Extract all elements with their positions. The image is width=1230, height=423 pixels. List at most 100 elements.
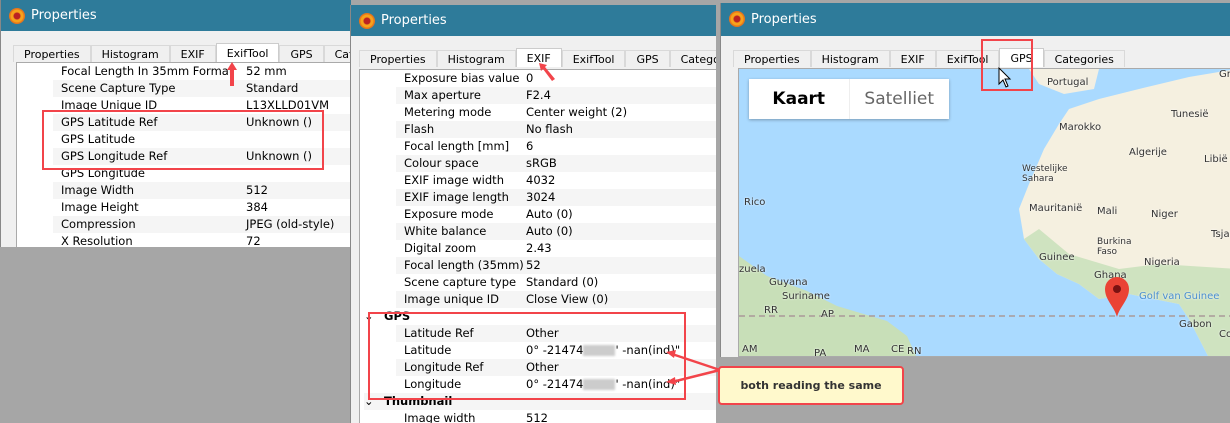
map-label: Gabon: [1179, 319, 1212, 330]
property-value: Standard (0): [526, 275, 599, 289]
property-row[interactable]: Compression JPEG (old-style): [17, 216, 351, 233]
map-label: zuela: [739, 264, 766, 275]
property-label: X Resolution: [61, 234, 133, 247]
map-view[interactable]: Portugal Tunesië Marokko Algerije Libië Weste…: [738, 68, 1230, 357]
property-label: Flash: [404, 122, 435, 136]
map-label: Golf van Guinee: [1139, 291, 1220, 302]
window-title: Properties: [751, 12, 817, 27]
property-value: No flash: [526, 122, 573, 136]
map-label: RR: [764, 305, 778, 316]
property-label: Digital zoom: [404, 241, 477, 255]
map-label: RN: [907, 346, 922, 357]
property-row[interactable]: Focal length (35mm) 52: [360, 257, 716, 274]
property-label: EXIF image length: [404, 190, 509, 204]
map-label: Libië: [1204, 154, 1228, 165]
property-label: Metering mode: [404, 105, 492, 119]
tab-categories[interactable]: Categories: [323, 45, 351, 62]
arrow-icon: [539, 63, 555, 81]
property-row[interactable]: Metering mode Center weight (2): [360, 104, 716, 121]
highlight-box: [368, 312, 686, 400]
property-value: Auto (0): [526, 224, 573, 238]
property-label: Image Height: [61, 200, 139, 214]
property-label: Max aperture: [404, 88, 481, 102]
map-label: PA: [814, 348, 827, 357]
property-label: Focal length (35mm): [404, 258, 524, 272]
property-value: 0: [526, 71, 534, 85]
property-label: Image Width: [61, 183, 135, 197]
property-label: Exposure mode: [404, 207, 494, 221]
tab-exif[interactable]: EXIF: [169, 45, 216, 62]
property-row[interactable]: Image width 512: [360, 410, 716, 423]
tab-categories[interactable]: Categories: [669, 50, 716, 67]
property-row[interactable]: Scene capture type Standard (0): [360, 274, 716, 291]
property-row[interactable]: Focal Length In 35mm Format 52 mm: [17, 63, 351, 80]
tab-properties[interactable]: Properties: [359, 50, 437, 67]
property-row[interactable]: Image unique ID Close View (0): [360, 291, 716, 308]
property-value: 4032: [526, 173, 556, 187]
map-label: Rico: [744, 197, 766, 208]
tab-properties[interactable]: Properties: [13, 45, 91, 62]
property-value: 3024: [526, 190, 556, 204]
map-label: Marokko: [1059, 122, 1102, 133]
map-label: Portugal: [1047, 77, 1089, 88]
property-value: JPEG (old-style): [246, 217, 335, 231]
map-label: Suriname: [782, 291, 830, 302]
map-label: Grie: [1219, 69, 1230, 80]
property-label: Image width: [404, 411, 476, 423]
property-label: Colour space: [404, 156, 479, 170]
property-row[interactable]: Max aperture F2.4: [360, 87, 716, 104]
app-logo-icon: [9, 8, 25, 24]
title-bar: Properties: [721, 3, 1230, 36]
property-row[interactable]: Colour space sRGB: [360, 155, 716, 172]
property-row[interactable]: Focal length [mm] 6: [360, 138, 716, 155]
property-row[interactable]: Image Height 384: [17, 199, 351, 216]
map-type-control: Kaart Satelliet: [749, 79, 949, 119]
tab-exif[interactable]: EXIF: [889, 50, 936, 67]
property-row[interactable]: Digital zoom 2.43: [360, 240, 716, 257]
map-type-satelliet[interactable]: Satelliet: [850, 79, 950, 119]
properties-window-gps: Properties Properties Histogram EXIF Exi…: [720, 3, 1230, 357]
property-value: 52 mm: [246, 64, 287, 78]
map-label: Burkina Faso: [1097, 237, 1132, 257]
app-logo-icon: [729, 11, 745, 27]
property-row[interactable]: X Resolution 72: [17, 233, 351, 247]
property-label: Scene Capture Type: [61, 81, 176, 95]
property-row[interactable]: EXIF image length 3024: [360, 189, 716, 206]
map-label: Mauritanië: [1029, 203, 1083, 214]
tab-properties[interactable]: Properties: [733, 50, 811, 67]
property-row[interactable]: White balance Auto (0): [360, 223, 716, 240]
property-row[interactable]: Exposure mode Auto (0): [360, 206, 716, 223]
window-title: Properties: [381, 13, 447, 28]
title-bar: Properties: [351, 5, 716, 36]
property-label: White balance: [404, 224, 487, 238]
property-label: EXIF image width: [404, 173, 504, 187]
tab-exiftool[interactable]: ExifTool: [561, 50, 626, 67]
map-label: Tunesië: [1171, 109, 1209, 120]
property-value: Auto (0): [526, 207, 573, 221]
map-marker-icon: [1105, 277, 1129, 317]
map-label: Guyana: [769, 277, 808, 288]
property-label: Scene capture type: [404, 275, 517, 289]
tab-categories[interactable]: Categories: [1043, 50, 1125, 67]
property-value: 512: [246, 183, 268, 197]
tab-gps[interactable]: GPS: [279, 45, 324, 62]
arrow-up-icon: [227, 62, 237, 86]
tab-histogram[interactable]: Histogram: [810, 50, 890, 67]
property-row[interactable]: Flash No flash: [360, 121, 716, 138]
property-value: 512: [526, 411, 548, 423]
map-type-kaart[interactable]: Kaart: [749, 79, 850, 119]
tab-histogram[interactable]: Histogram: [90, 45, 170, 62]
mouse-cursor-icon: [998, 67, 1012, 88]
property-row[interactable]: EXIF image width 4032: [360, 172, 716, 189]
property-value: 384: [246, 200, 268, 214]
tab-exiftool[interactable]: ExifTool: [215, 43, 280, 62]
tab-gps[interactable]: GPS: [625, 50, 670, 67]
map-label: MA: [854, 344, 870, 355]
property-row[interactable]: Image Width 512: [17, 182, 351, 199]
tab-histogram[interactable]: Histogram: [436, 50, 516, 67]
property-value: F2.4: [526, 88, 551, 102]
map-label: Westelijke Sahara: [1022, 164, 1068, 184]
property-row[interactable]: Scene Capture Type Standard: [17, 80, 351, 97]
property-value: Standard: [246, 81, 299, 95]
annotation-note: both reading the same: [718, 366, 904, 405]
